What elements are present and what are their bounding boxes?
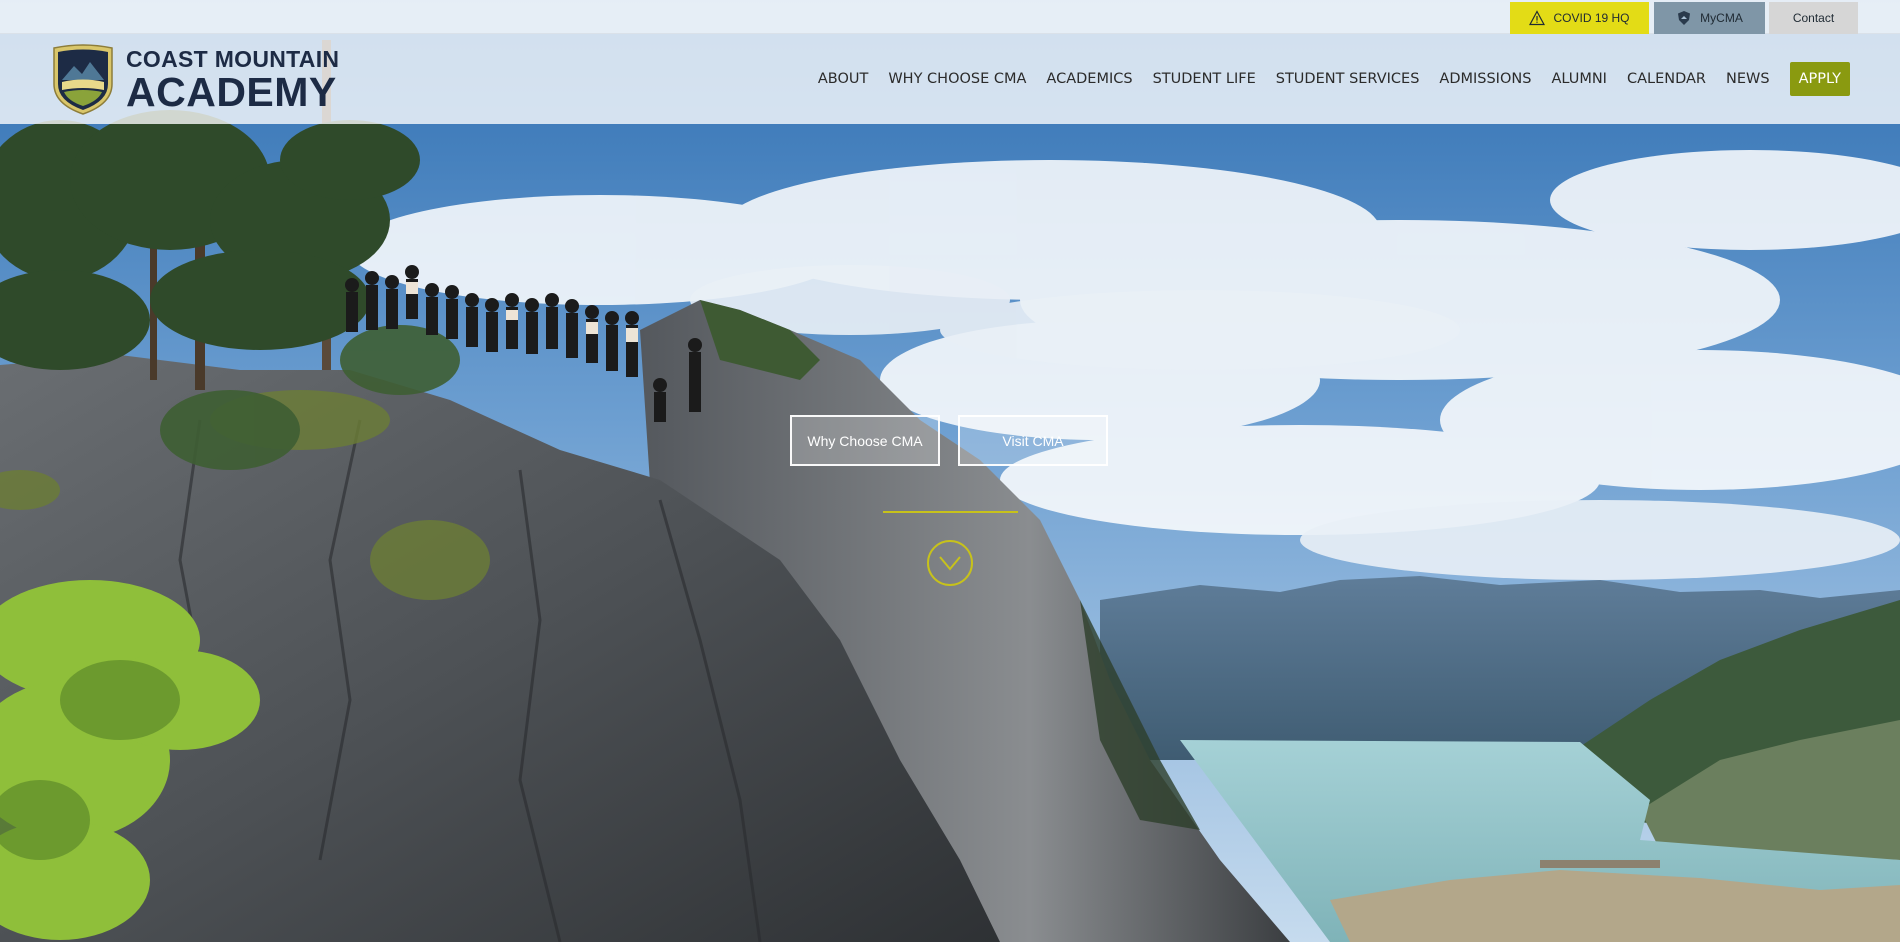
chevron-down-circle-icon[interactable] — [925, 538, 975, 588]
mountain-crest-icon — [53, 44, 113, 115]
logo-line-1: COAST MOUNTAIN — [126, 45, 340, 72]
contact-label: Contact — [1792, 11, 1835, 25]
mycma-button[interactable]: MyCMA — [1654, 2, 1765, 34]
covid-hq-button[interactable]: COVID 19 HQ — [1510, 2, 1649, 34]
nav-item-calendar[interactable]: CALENDAR — [1617, 71, 1716, 87]
nav-item-student-services[interactable]: STUDENT SERVICES — [1266, 71, 1430, 87]
covid-hq-label: COVID 19 HQ — [1553, 11, 1630, 25]
hero-divider — [883, 511, 1018, 513]
mycma-label: MyCMA — [1700, 11, 1743, 25]
nav-item-academics[interactable]: ACADEMICS — [1036, 71, 1142, 87]
nav-item-student-life[interactable]: STUDENT LIFE — [1143, 71, 1266, 87]
logo-line-2: ACADEMY — [126, 68, 337, 115]
site-logo[interactable]: COAST MOUNTAIN ACADEMY — [50, 42, 340, 118]
contact-button[interactable]: Contact — [1769, 2, 1858, 34]
nav-item-news[interactable]: NEWS — [1716, 71, 1780, 87]
nav-item-alumni[interactable]: ALUMNI — [1541, 71, 1617, 87]
hero-scene — [0, 0, 1900, 942]
nav-item-admissions[interactable]: ADMISSIONS — [1429, 71, 1541, 87]
hero-background-photo — [0, 0, 1900, 942]
nav-item-about[interactable]: ABOUT — [808, 71, 879, 87]
logo-text: COAST MOUNTAIN ACADEMY — [126, 45, 340, 115]
utility-bar: COVID 19 HQ MyCMA Contact — [0, 0, 1900, 34]
homepage: COVID 19 HQ MyCMA Contact COAST MOUNTAIN — [0, 0, 1900, 942]
warning-icon — [1529, 10, 1546, 26]
nav-item-why-choose-cma[interactable]: WHY CHOOSE CMA — [878, 71, 1036, 87]
main-nav: ABOUT WHY CHOOSE CMA ACADEMICS STUDENT L… — [808, 34, 1850, 124]
shield-icon — [1678, 11, 1691, 25]
apply-button[interactable]: APPLY — [1789, 62, 1850, 96]
main-header: COAST MOUNTAIN ACADEMY ABOUT WHY CHOOSE … — [0, 34, 1900, 124]
why-choose-cma-button[interactable]: Why Choose CMA — [790, 415, 940, 466]
visit-cma-button[interactable]: Visit CMA — [958, 415, 1108, 466]
